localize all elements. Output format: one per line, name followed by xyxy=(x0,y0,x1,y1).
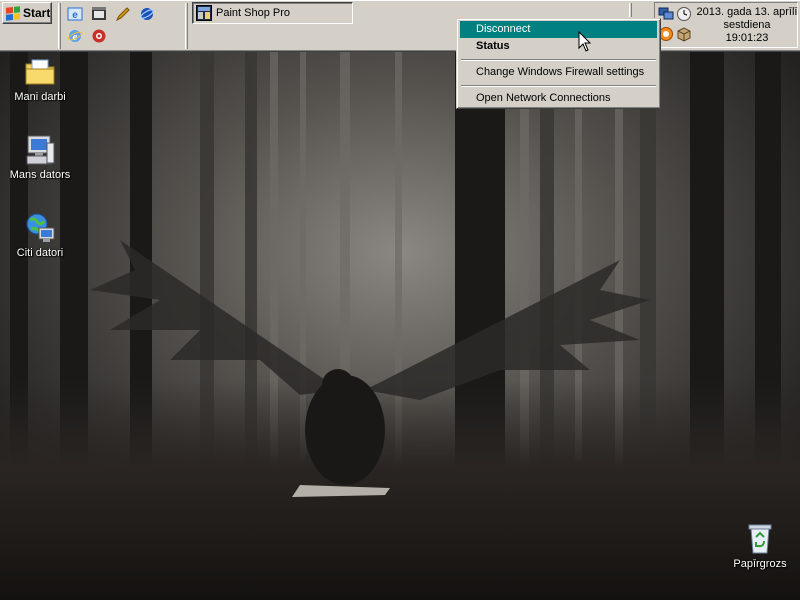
start-label: Start xyxy=(23,6,51,20)
clock-tray-icon[interactable] xyxy=(676,6,692,22)
system-tray: 2013. gada 13. aprīlī sestdiena 19:01:23 xyxy=(654,2,798,48)
menu-item-status[interactable]: Status xyxy=(460,38,657,55)
recycle-bin-icon xyxy=(743,522,777,556)
desktop-icon-label: Citi datori xyxy=(16,247,64,259)
windows-logo-icon xyxy=(6,5,20,21)
start-button[interactable]: Start xyxy=(2,2,52,24)
desktop-icon-my-documents[interactable]: Mani darbi xyxy=(0,55,80,103)
red-round-app-icon[interactable] xyxy=(90,27,108,45)
my-documents-folder-icon xyxy=(23,55,57,89)
toolbar-grip[interactable] xyxy=(58,3,61,49)
toolbar-grip[interactable] xyxy=(185,3,188,49)
taskbar: Start e e Paint Shop Pro 2013. gada 13. … xyxy=(0,0,800,52)
desktop-icon-network-places[interactable]: Citi datori xyxy=(0,211,80,259)
task-button-paint-shop-pro[interactable]: Paint Shop Pro xyxy=(192,2,353,24)
desktop-icon-recycle-bin[interactable]: Papīrgrozs xyxy=(720,522,800,570)
box-tray-icon[interactable] xyxy=(676,26,692,42)
desktop-icon-label: Papīrgrozs xyxy=(733,558,787,570)
menu-item-disconnect[interactable]: Disconnect xyxy=(460,21,657,38)
paint-shop-pro-icon xyxy=(196,5,212,21)
menu-item-open-network-connections[interactable]: Open Network Connections xyxy=(460,90,657,107)
ie-browser-icon[interactable]: e xyxy=(66,5,84,23)
desktop-icon-label: Mani darbi xyxy=(14,91,66,103)
menu-separator xyxy=(461,85,656,87)
ie-e-icon[interactable]: e xyxy=(66,27,84,45)
menu-separator xyxy=(461,59,656,61)
mouse-cursor-icon xyxy=(578,31,592,52)
network-context-menu: Disconnect Status Change Windows Firewal… xyxy=(456,18,661,109)
pencil-tool-icon[interactable] xyxy=(114,5,132,23)
desktop-icon-my-computer[interactable]: Mans dators xyxy=(0,133,80,181)
menu-item-change-firewall-settings[interactable]: Change Windows Firewall settings xyxy=(460,64,657,81)
my-computer-icon xyxy=(23,133,57,167)
tray-weekday[interactable]: sestdiena xyxy=(695,19,799,31)
svg-text:e: e xyxy=(72,10,78,21)
task-button-label: Paint Shop Pro xyxy=(216,7,290,19)
tray-date[interactable]: 2013. gada 13. aprīlī xyxy=(695,6,799,18)
media-clip-icon[interactable] xyxy=(90,5,108,23)
orbit-app-icon[interactable] xyxy=(138,5,156,23)
network-places-icon xyxy=(23,211,57,245)
desktop-icon-label: Mans dators xyxy=(9,169,71,181)
tray-clock[interactable]: 19:01:23 xyxy=(695,32,799,44)
toolbar-grip[interactable] xyxy=(629,3,632,17)
desktop-wallpaper xyxy=(0,0,800,600)
